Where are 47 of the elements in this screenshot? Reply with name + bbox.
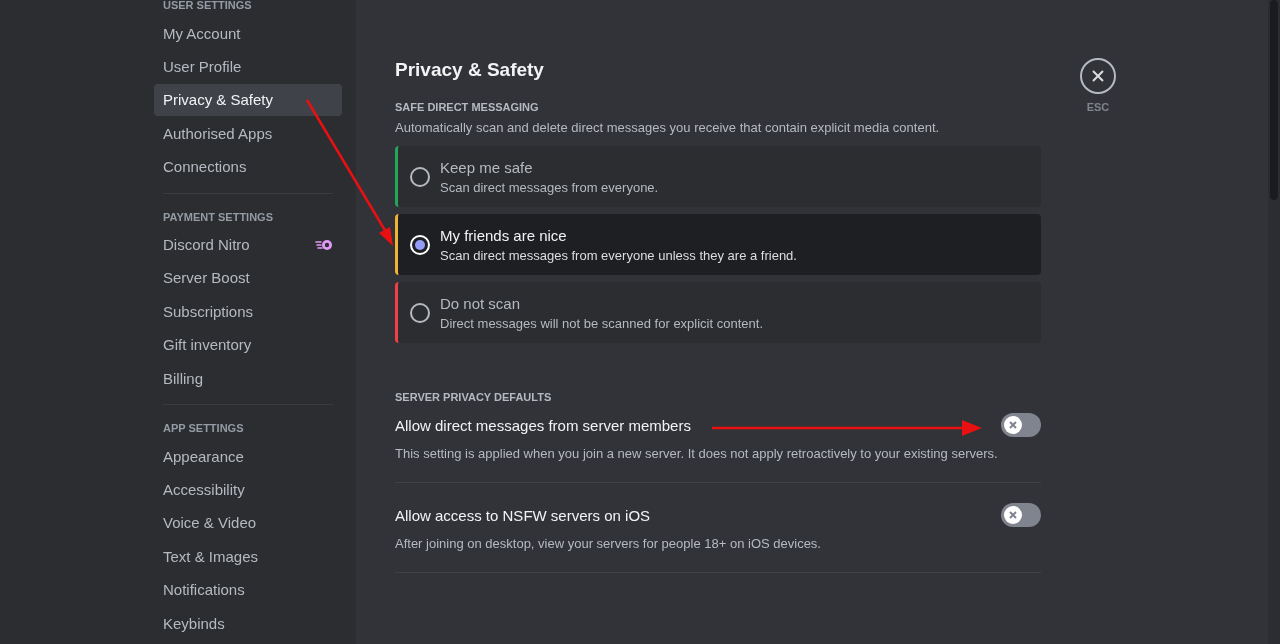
setting-label: Allow access to NSFW servers on iOS xyxy=(395,506,651,524)
sidebar-item[interactable]: Appearance xyxy=(154,440,342,473)
x-icon xyxy=(1008,420,1018,430)
option-description: Scan direct messages from everyone unless they are a friend. xyxy=(440,247,797,264)
sidebar-item[interactable]: Notifications xyxy=(154,573,342,606)
radio-option[interactable]: Keep me safe Scan direct messages from everyone. xyxy=(395,146,1041,207)
setting-label: Allow direct messages from server members xyxy=(395,416,691,434)
sidebar-item[interactable]: Authorised Apps xyxy=(154,117,342,150)
section-header: USER SETTINGS xyxy=(162,0,253,12)
sidebar-item[interactable]: Discord Nitro xyxy=(154,228,342,261)
section-header: PAYMENT SETTINGS xyxy=(162,209,275,224)
setting-description: This setting is applied when you join a new server. It does not apply retroactively to your existing servers. xyxy=(395,446,999,462)
close-icon xyxy=(1091,69,1105,83)
option-description: Direct messages will not be scanned for explicit content. xyxy=(440,315,763,332)
section-header: SERVER PRIVACY DEFAULTS xyxy=(395,390,553,404)
radio-button[interactable] xyxy=(410,302,430,323)
setting-description: After joining on desktop, view your servers for people 18+ on iOS devices. xyxy=(395,536,822,552)
sidebar-item[interactable]: Text & Images xyxy=(154,540,342,573)
sidebar-item[interactable]: Subscriptions xyxy=(154,295,342,328)
sidebar-item[interactable]: Voice & Video xyxy=(154,506,342,539)
radio-option[interactable]: Do not scan Direct messages will not be scanned for explicit content. xyxy=(395,282,1041,343)
page-title: Privacy & Safety xyxy=(395,58,545,82)
sidebar-item[interactable]: Privacy & Safety xyxy=(154,83,342,116)
radio-button[interactable] xyxy=(410,166,430,187)
sidebar-item[interactable]: Connections xyxy=(154,150,342,183)
sidebar-item[interactable]: Gift inventory xyxy=(154,328,342,361)
option-description: Scan direct messages from everyone. xyxy=(440,179,659,196)
section-header: APP SETTINGS xyxy=(162,421,245,436)
x-icon xyxy=(1008,510,1018,520)
toggle-switch[interactable] xyxy=(1001,503,1041,527)
section-description: Automatically scan and delete direct messages you receive that contain explicit media content. xyxy=(395,120,941,136)
option-label: Do not scan xyxy=(440,293,522,314)
sidebar-item[interactable]: Accessibility xyxy=(154,473,342,506)
nitro-icon xyxy=(315,238,333,251)
sidebar-item[interactable]: My Account xyxy=(154,17,342,49)
option-label: Keep me safe xyxy=(440,157,534,178)
scrollbar[interactable] xyxy=(1268,0,1280,644)
section-header: SAFE DIRECT MESSAGING xyxy=(395,100,540,114)
sidebar-item[interactable]: Server Boost xyxy=(154,261,342,294)
toggle-switch[interactable] xyxy=(1001,413,1041,437)
sidebar-item[interactable]: Keybinds xyxy=(154,607,342,640)
sidebar-item[interactable]: User Profile xyxy=(154,50,342,83)
sidebar-item[interactable]: Billing xyxy=(154,362,342,395)
option-label: My friends are nice xyxy=(440,225,568,246)
radio-option[interactable]: My friends are nice Scan direct messages from everyone unless they are a friend. xyxy=(395,214,1041,275)
esc-label: ESC xyxy=(1086,101,1110,113)
close-button[interactable] xyxy=(1080,58,1116,94)
